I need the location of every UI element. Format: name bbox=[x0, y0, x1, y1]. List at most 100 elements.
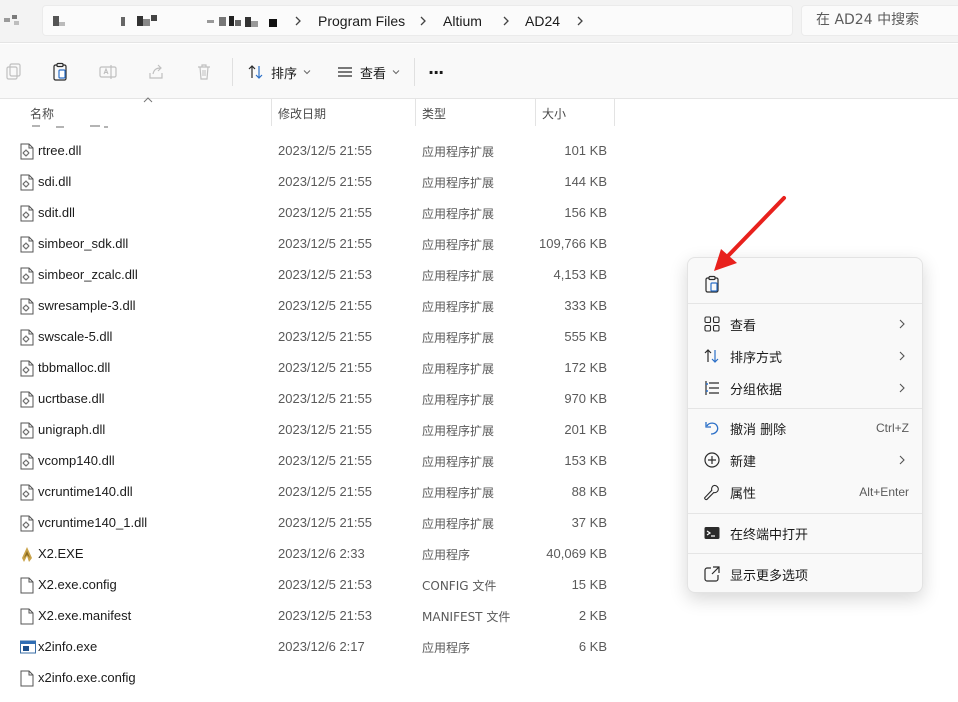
file-row[interactable]: simbeor_zcalc.dll 2023/12/5 21:53 应用程序扩展 4,… bbox=[14, 259, 624, 290]
crumb-altium[interactable]: Altium bbox=[443, 13, 482, 29]
file-row[interactable]: vcomp140.dll 2023/12/5 21:55 应用程序扩展 153 KB bbox=[14, 445, 624, 476]
file-date: 2023/12/5 21:53 bbox=[278, 267, 372, 282]
file-row[interactable]: vcruntime140_1.dll 2023/12/5 21:55 应用程序扩展 3… bbox=[14, 507, 624, 538]
crumb-ad24[interactable]: AD24 bbox=[525, 13, 560, 29]
menu-item-terminal[interactable]: 在终端中打开 bbox=[692, 518, 920, 548]
file-date: 2023/12/5 21:55 bbox=[278, 298, 372, 313]
file-type: 应用程序扩展 bbox=[422, 269, 495, 283]
file-date: 2023/12/5 21:55 bbox=[278, 174, 372, 189]
wrench-icon bbox=[703, 483, 721, 501]
file-date: 2023/12/5 21:55 bbox=[278, 360, 372, 375]
file-row[interactable]: vcruntime140.dll 2023/12/5 21:55 应用程序扩展 88 … bbox=[14, 476, 624, 507]
copy-icon[interactable] bbox=[4, 62, 24, 82]
dll-icon bbox=[20, 205, 34, 222]
file-row[interactable]: unigraph.dll 2023/12/5 21:55 应用程序扩展 201 KB bbox=[14, 414, 624, 445]
terminal-icon bbox=[703, 524, 721, 542]
delete-icon[interactable] bbox=[194, 62, 214, 82]
sort-button[interactable]: 排序 bbox=[247, 58, 311, 86]
file-type: 应用程序扩展 bbox=[422, 145, 495, 159]
file-row[interactable]: X2.EXE 2023/12/6 2:33 应用程序 40,069 KB bbox=[14, 538, 624, 569]
dll-icon bbox=[20, 453, 34, 470]
chevron-right-icon bbox=[503, 16, 509, 26]
dll-icon bbox=[20, 174, 34, 191]
file-row[interactable]: sdi.dll 2023/12/5 21:55 应用程序扩展 144 KB bbox=[14, 166, 624, 197]
file-row[interactable]: X2.exe.config 2023/12/5 21:53 CONFIG 文件 15 … bbox=[14, 569, 624, 600]
new-plus-icon bbox=[703, 451, 721, 469]
file-size: 144 KB bbox=[564, 174, 607, 189]
group-by-icon bbox=[703, 379, 721, 397]
menu-item-label: 新建 bbox=[730, 455, 757, 470]
dll-icon bbox=[20, 484, 34, 501]
view-button[interactable]: 查看 bbox=[336, 58, 400, 86]
file-name: tbbmalloc.dll bbox=[38, 360, 111, 375]
menu-item-wrench[interactable]: 属性 Alt+Enter bbox=[692, 477, 920, 507]
file-name: X2.exe.config bbox=[38, 577, 117, 592]
menu-item-label: 显示更多选项 bbox=[730, 569, 809, 584]
chevron-right-icon bbox=[898, 350, 906, 362]
file-name: simbeor_sdk.dll bbox=[38, 236, 129, 251]
file-size: 15 KB bbox=[571, 577, 607, 592]
menu-item-sort[interactable]: 排序方式 bbox=[692, 341, 920, 371]
file-icon bbox=[20, 670, 34, 687]
file-date: 2023/12/5 21:53 bbox=[278, 577, 372, 592]
file-row[interactable]: swscale-5.dll 2023/12/5 21:55 应用程序扩展 555 KB bbox=[14, 321, 624, 352]
file-name: x2info.exe bbox=[38, 639, 98, 654]
crumb-program-files[interactable]: Program Files bbox=[318, 13, 405, 29]
file-name: X2.EXE bbox=[38, 546, 84, 561]
file-date: 2023/12/5 21:55 bbox=[278, 515, 372, 530]
file-list: rtree.dll 2023/12/5 21:55 应用程序扩展 101 KB sdi.… bbox=[0, 120, 660, 702]
file-size: 172 KB bbox=[564, 360, 607, 375]
menu-divider bbox=[688, 513, 922, 514]
file-name: rtree.dll bbox=[38, 143, 82, 158]
address-bar: Program Files Altium AD24 bbox=[0, 0, 958, 43]
file-row[interactable]: X2.exe.manifest 2023/12/5 21:53 MANIFEST 文… bbox=[14, 600, 624, 631]
menu-item-new-plus[interactable]: 新建 bbox=[692, 445, 920, 475]
file-type: 应用程序 bbox=[422, 641, 471, 655]
see-more-button[interactable]: ··· bbox=[428, 58, 444, 86]
menu-divider bbox=[688, 303, 922, 304]
menu-item-label: 撤消 删除 bbox=[730, 423, 787, 438]
file-size: 6 KB bbox=[578, 639, 607, 654]
file-type: 应用程序扩展 bbox=[422, 331, 495, 345]
chevron-right-icon bbox=[295, 16, 301, 26]
chevron-right-icon[interactable] bbox=[575, 13, 585, 29]
file-row[interactable]: x2info.exe.config bbox=[14, 662, 624, 693]
file-row[interactable]: tbbmalloc.dll 2023/12/5 21:55 应用程序扩展 172 KB bbox=[14, 352, 624, 383]
menu-item-more-options[interactable]: 显示更多选项 bbox=[692, 559, 920, 589]
more-options-icon bbox=[703, 565, 721, 583]
rename-icon[interactable] bbox=[98, 62, 118, 82]
menu-item-label: 在终端中打开 bbox=[730, 528, 809, 543]
menu-item-grid-view[interactable]: 查看 bbox=[692, 309, 920, 339]
menu-item-group-by[interactable]: 分组依据 bbox=[692, 373, 920, 403]
sort-icon bbox=[248, 65, 263, 79]
file-type: CONFIG 文件 bbox=[422, 579, 497, 593]
chevron-right-icon bbox=[898, 318, 906, 330]
menu-divider bbox=[688, 553, 922, 554]
file-row[interactable]: ucrtbase.dll 2023/12/5 21:55 应用程序扩展 970 KB bbox=[14, 383, 624, 414]
dll-icon bbox=[20, 298, 34, 315]
file-size: 101 KB bbox=[564, 143, 607, 158]
pixelated-nav-icon[interactable] bbox=[4, 13, 20, 27]
file-row[interactable]: sdit.dll 2023/12/5 21:55 应用程序扩展 156 KB bbox=[14, 197, 624, 228]
menu-item-undo[interactable]: 撤消 删除 Ctrl+Z bbox=[692, 413, 920, 443]
chevron-right-icon bbox=[898, 454, 906, 466]
file-name: unigraph.dll bbox=[38, 422, 106, 437]
file-row[interactable]: simbeor_sdk.dll 2023/12/5 21:55 应用程序扩展 109,… bbox=[14, 228, 624, 259]
file-type: 应用程序扩展 bbox=[422, 362, 495, 376]
menu-item-shortcut: Alt+Enter bbox=[859, 485, 909, 499]
file-size: 970 KB bbox=[564, 391, 607, 406]
file-name: swresample-3.dll bbox=[38, 298, 136, 313]
file-type: 应用程序扩展 bbox=[422, 517, 495, 531]
file-type: 应用程序扩展 bbox=[422, 393, 495, 407]
file-row[interactable]: swresample-3.dll 2023/12/5 21:55 应用程序扩展 333… bbox=[14, 290, 624, 321]
file-size: 109,766 KB bbox=[539, 236, 607, 251]
share-icon[interactable] bbox=[146, 62, 166, 82]
breadcrumb[interactable]: Program Files Altium AD24 bbox=[42, 5, 793, 36]
exe-window-icon bbox=[20, 639, 36, 656]
search-input[interactable] bbox=[816, 12, 958, 28]
search-box bbox=[801, 5, 958, 36]
file-type: 应用程序 bbox=[422, 548, 471, 562]
paste-icon[interactable] bbox=[50, 62, 70, 82]
file-row[interactable]: x2info.exe 2023/12/6 2:17 应用程序 6 KB bbox=[14, 631, 624, 662]
file-row[interactable]: rtree.dll 2023/12/5 21:55 应用程序扩展 101 KB bbox=[14, 135, 624, 166]
